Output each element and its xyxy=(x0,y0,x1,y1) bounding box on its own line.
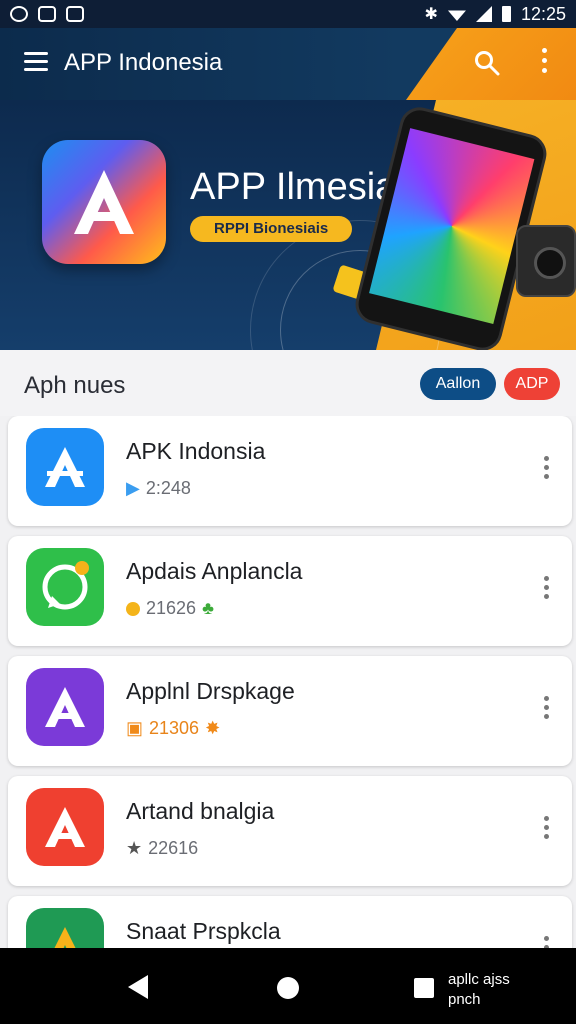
filter-chip-red[interactable]: ADP xyxy=(504,368,560,400)
banner-subtitle: RPPI Bionesiais xyxy=(190,216,353,242)
app-name: Applnl Drspkage xyxy=(126,678,295,704)
app-name: Artand bnalgia xyxy=(126,798,275,824)
star-icon: ★ xyxy=(126,838,143,858)
section-header: Aph nues Aallon ADP xyxy=(0,350,576,416)
app-icon xyxy=(26,668,104,746)
list-item[interactable]: APK Indonsia ▶ 2:248 xyxy=(8,416,572,526)
app-meta: 22616 xyxy=(148,838,199,858)
app-name: APK Indonsia xyxy=(126,438,266,464)
app-meta: 2:248 xyxy=(145,478,191,498)
home-icon[interactable] xyxy=(277,977,299,999)
banner-app-logo-icon xyxy=(42,140,166,264)
signal-icon xyxy=(475,6,492,22)
search-icon[interactable] xyxy=(474,50,500,76)
list-item[interactable]: Snaat Prspkcla xyxy=(8,896,572,948)
app-icon xyxy=(26,548,104,626)
clock-notification-icon xyxy=(10,6,28,22)
gift-icon: ▣ xyxy=(126,718,144,738)
app-list: APK Indonsia ▶ 2:248 Apdais Anplancla 21… xyxy=(0,416,576,948)
list-item[interactable]: Applnl Drspkage ▣ 21306 ✸ xyxy=(8,656,572,766)
app-meta: 21306 xyxy=(149,718,200,738)
app-icon xyxy=(26,428,104,506)
camera-illustration xyxy=(516,225,576,297)
message-notification-icon xyxy=(66,6,84,22)
app-notification-icon xyxy=(38,6,56,22)
section-title: Aph nues xyxy=(24,372,126,399)
menu-icon[interactable] xyxy=(24,52,48,72)
item-more-icon[interactable] xyxy=(542,696,550,724)
system-nav-bar: apllc ajss pnch xyxy=(0,948,576,1024)
hero-banner[interactable]: APP Ilmesia RPPI Bionesiais xyxy=(0,100,576,350)
app-title: APP Indonesia xyxy=(64,49,223,76)
play-store-icon: ▶ xyxy=(126,478,140,498)
back-icon[interactable] xyxy=(128,975,148,999)
flame-icon: ✸ xyxy=(205,718,221,738)
app-icon xyxy=(26,788,104,866)
filter-chip-blue[interactable]: Aallon xyxy=(420,368,496,400)
status-time: 12:25 xyxy=(520,3,566,24)
coin-icon xyxy=(126,601,140,616)
app-bar: APP Indonesia xyxy=(0,28,576,100)
list-item[interactable]: Apdais Anplancla 21626 ♣ xyxy=(8,536,572,646)
item-more-icon[interactable] xyxy=(542,936,550,948)
list-item[interactable]: Artand bnalgia ★ 22616 xyxy=(8,776,572,886)
banner-title: APP Ilmesia xyxy=(190,166,397,208)
status-bar: ✱ 12:25 xyxy=(0,0,576,28)
app-name: Apdais Anplancla xyxy=(126,558,303,584)
battery-icon xyxy=(501,6,511,22)
more-options-icon[interactable] xyxy=(540,48,548,78)
bluetooth-icon: ✱ xyxy=(424,6,438,23)
status-notification-icons xyxy=(10,6,84,22)
app-icon xyxy=(26,908,104,948)
nav-text-line1: apllc ajss xyxy=(448,971,510,988)
item-more-icon[interactable] xyxy=(542,816,550,844)
app-name: Snaat Prspkcla xyxy=(126,918,281,944)
recent-apps-icon[interactable] xyxy=(414,978,434,998)
item-more-icon[interactable] xyxy=(542,576,550,604)
item-more-icon[interactable] xyxy=(542,456,550,484)
app-meta: 21626 xyxy=(146,598,197,618)
nav-text-line2: pnch xyxy=(448,991,481,1008)
wifi-icon xyxy=(447,10,466,21)
leaf-icon: ♣ xyxy=(202,598,214,618)
